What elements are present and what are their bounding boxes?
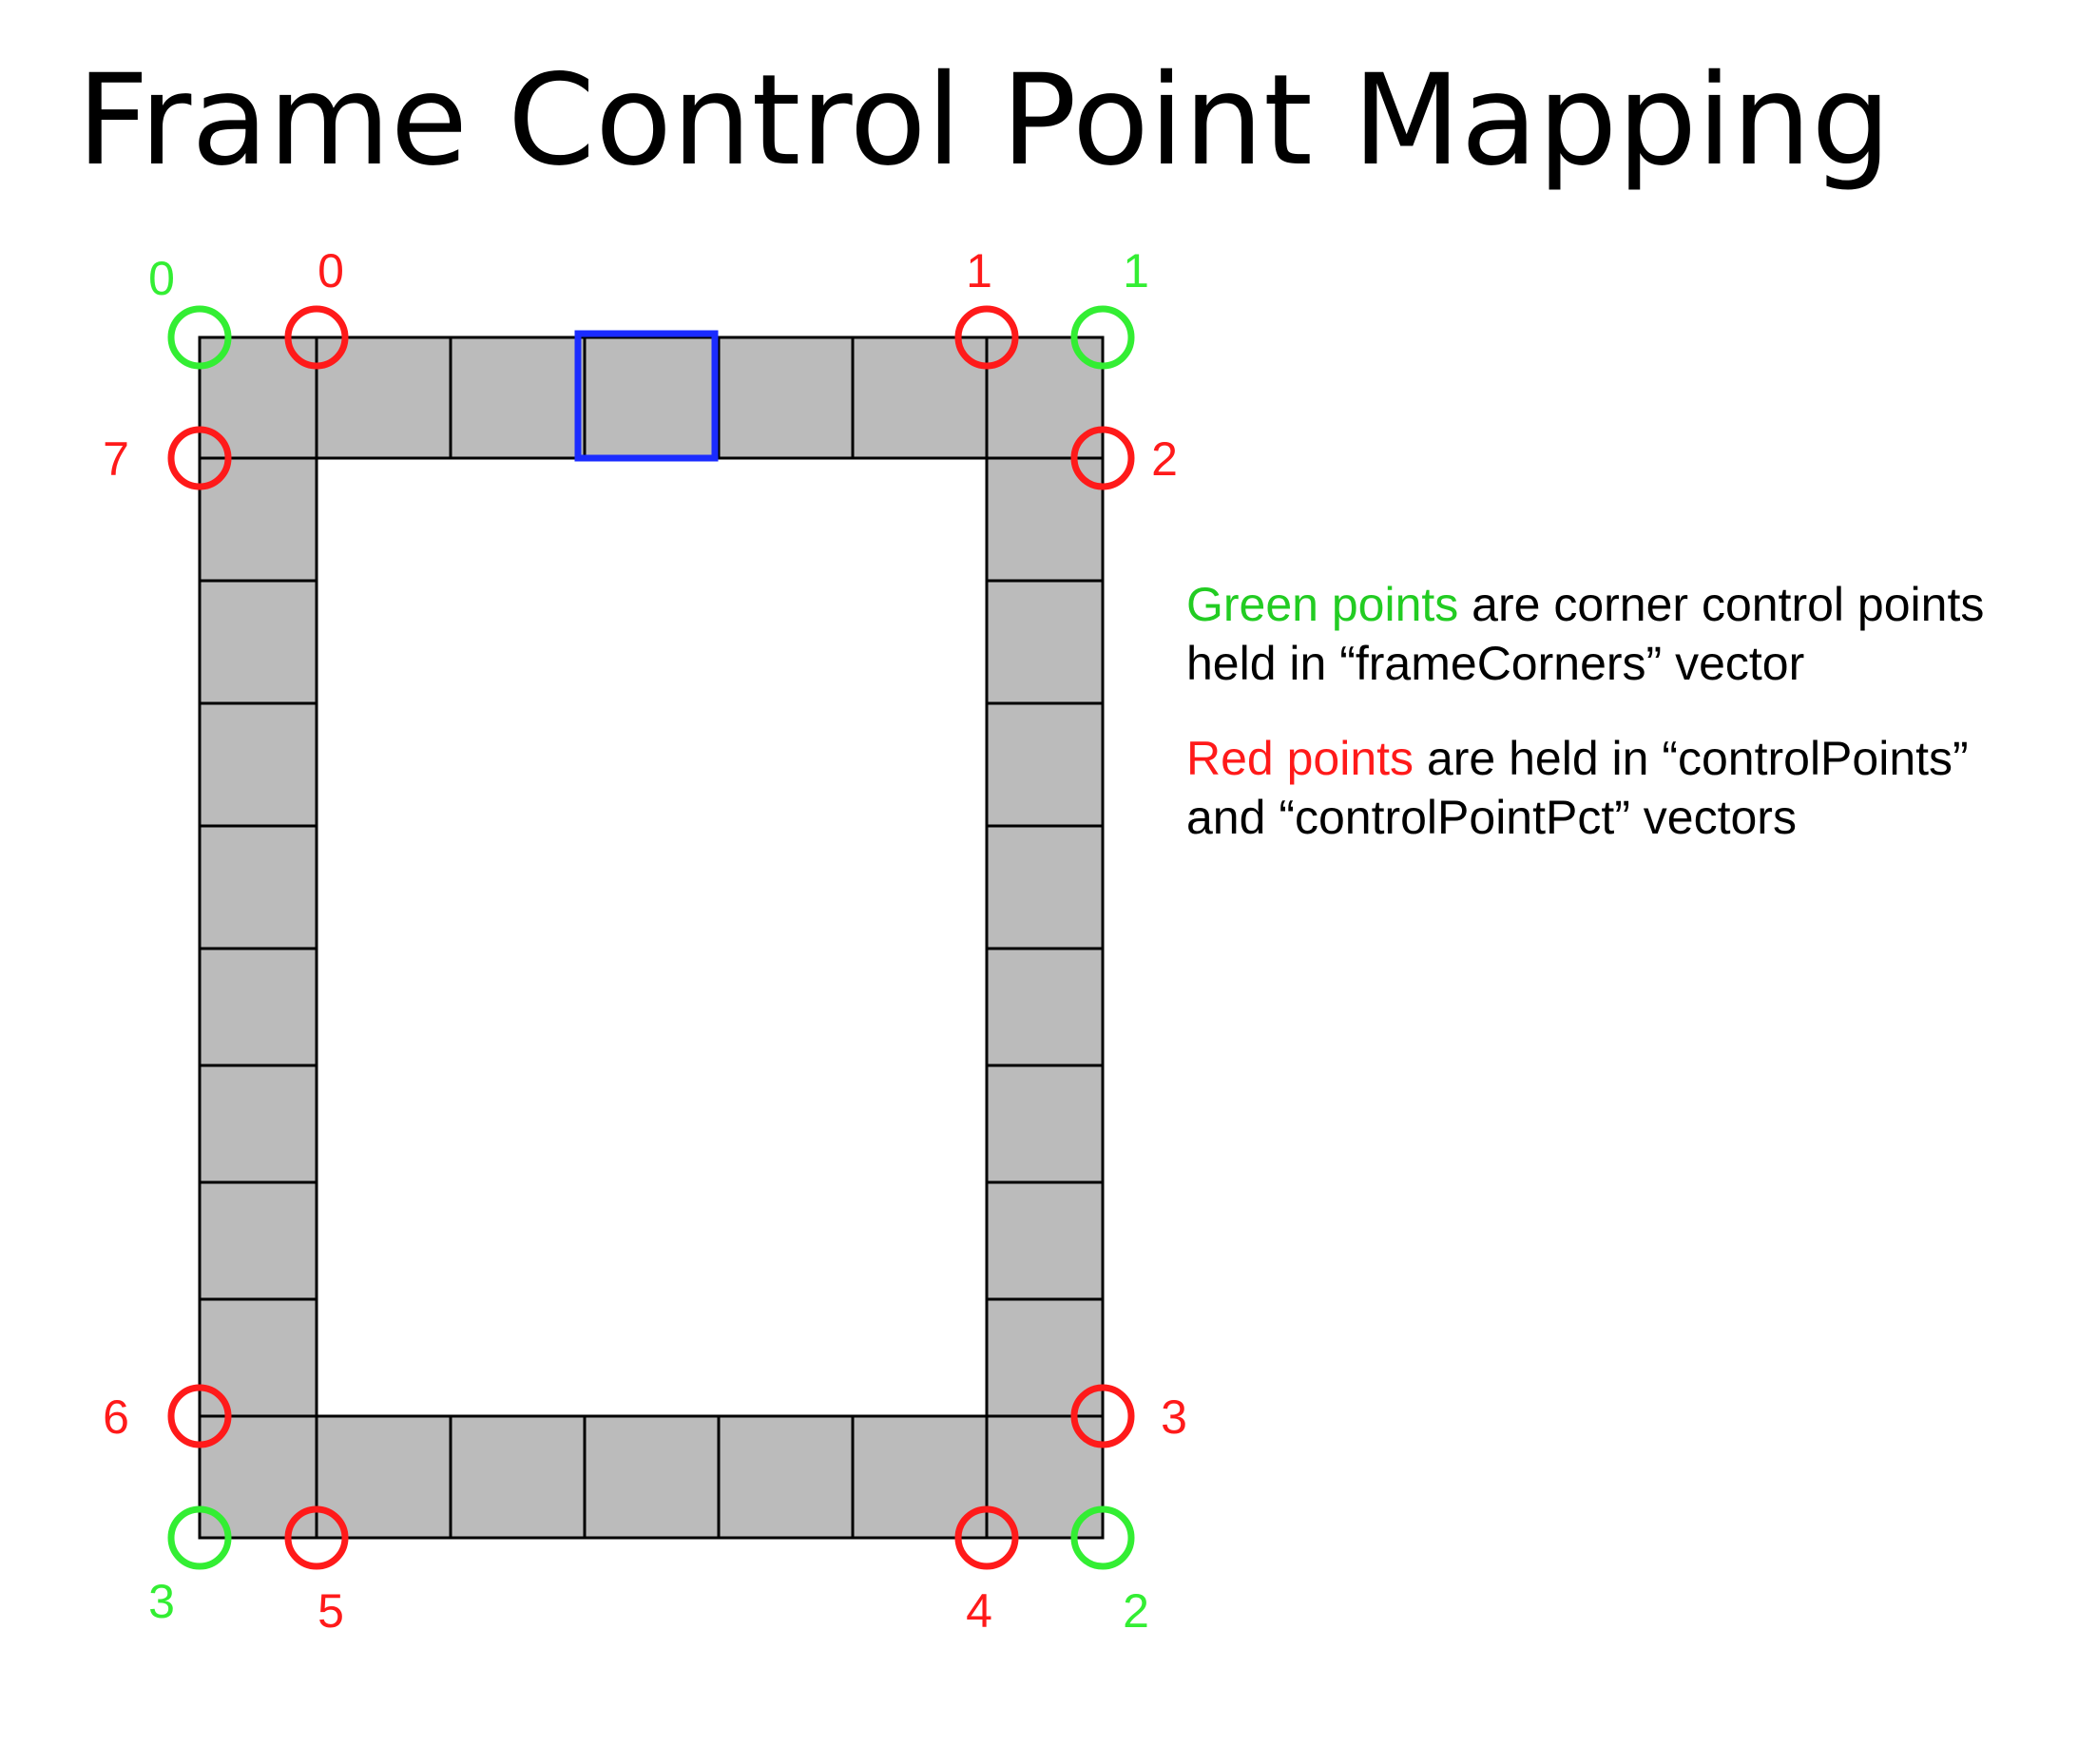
- frame-tile: [985, 1297, 1105, 1418]
- control-point-label-2: 2: [1151, 432, 1178, 486]
- legend-green-highlight: Green points: [1186, 578, 1459, 631]
- control-point-label-6: 6: [103, 1390, 129, 1444]
- control-point-label-3: 3: [1161, 1390, 1187, 1444]
- legend: Green points are corner control points h…: [1186, 575, 2042, 883]
- frame-tile: [198, 1297, 318, 1418]
- frame-tile: [198, 1180, 318, 1301]
- frame-tile: [583, 1414, 721, 1540]
- frame-tile: [985, 336, 1105, 460]
- frame-tile: [985, 1064, 1105, 1184]
- frame-tile: [717, 336, 855, 460]
- frame-tile: [583, 336, 721, 460]
- frame-tile: [985, 947, 1105, 1067]
- frame-tile: [449, 336, 587, 460]
- control-point-label-4: 4: [966, 1584, 992, 1638]
- frame-tiles: [198, 336, 1105, 1540]
- control-point-label-1: 1: [966, 244, 992, 297]
- frame-corner-label-1: 1: [1123, 244, 1149, 297]
- frame-corner-label-3: 3: [148, 1575, 175, 1628]
- frame-tile: [198, 1064, 318, 1184]
- frame-tile: [985, 579, 1105, 705]
- frame-tile: [985, 701, 1105, 828]
- legend-red-note: Red points are held in “controlPoints” a…: [1186, 729, 2042, 847]
- legend-red-highlight: Red points: [1186, 732, 1414, 785]
- control-point-label-7: 7: [103, 432, 129, 486]
- frame-corner-label-0: 0: [148, 252, 175, 305]
- control-point-label-0: 0: [317, 244, 344, 297]
- frame-tile: [985, 1180, 1105, 1301]
- control-point-label-5: 5: [317, 1584, 344, 1638]
- frame-corner-label-2: 2: [1123, 1584, 1149, 1638]
- frame-tile: [198, 701, 318, 828]
- legend-green-note: Green points are corner control points h…: [1186, 575, 2042, 693]
- frame-tile: [198, 579, 318, 705]
- frame-tile: [985, 824, 1105, 950]
- frame-tile: [198, 947, 318, 1067]
- frame-tile: [198, 824, 318, 950]
- frame-tile: [449, 1414, 587, 1540]
- frame-tile: [717, 1414, 855, 1540]
